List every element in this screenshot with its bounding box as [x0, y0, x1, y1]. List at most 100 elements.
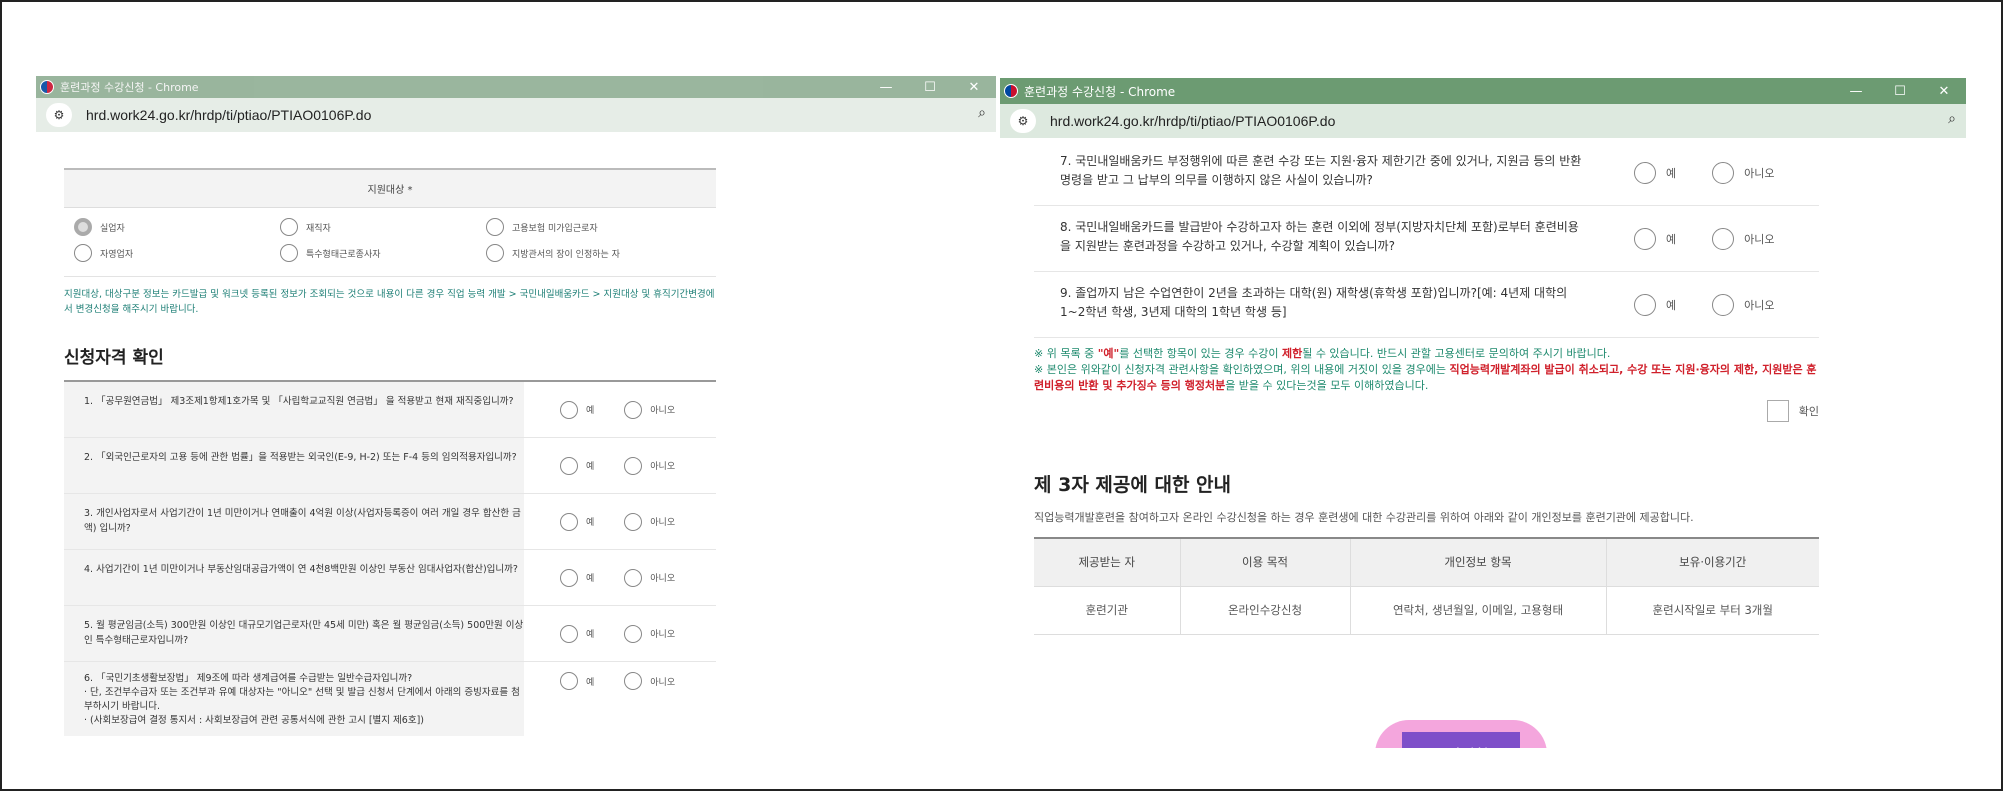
radio-icon[interactable]	[624, 400, 643, 419]
radio-icon[interactable]	[486, 244, 504, 262]
third-party-description: 직업능력개발훈련을 참여하고자 온라인 수강신청을 하는 경우 훈련생에 대한 …	[1034, 511, 1694, 524]
radio-icon[interactable]	[560, 624, 578, 643]
radio-icon[interactable]	[1712, 293, 1735, 316]
radio-selected-icon[interactable]	[74, 218, 92, 236]
site-settings-icon[interactable]: ⚙	[46, 103, 72, 127]
site-settings-icon[interactable]: ⚙	[1010, 109, 1036, 133]
apply-course-button[interactable]: 수강신청	[1402, 732, 1520, 748]
support-option-approved[interactable]: 지방관서의 장이 인정하는 자	[486, 244, 726, 262]
question-row: 5. 월 평균임금(소득) 300만원 이상인 대규모기업근로자(만 45세 미…	[64, 606, 716, 662]
answer-no[interactable]: 아니오	[624, 512, 675, 531]
close-icon[interactable]: ✕	[952, 76, 996, 98]
radio-icon[interactable]	[560, 568, 578, 587]
answer-yes[interactable]: 예	[560, 400, 594, 419]
radio-icon[interactable]	[624, 512, 643, 531]
radio-icon[interactable]	[624, 568, 643, 587]
maximize-icon[interactable]: ☐	[1878, 78, 1922, 104]
answer-no[interactable]: 아니오	[1712, 227, 1775, 250]
radio-icon[interactable]	[560, 672, 578, 690]
support-option-special-worker[interactable]: 특수형태근로종사자	[280, 244, 486, 262]
window-title: 훈련과정 수강신청 - Chrome	[60, 81, 199, 94]
title-bar: 훈련과정 수강신청 - Chrome — ☐ ✕	[1000, 78, 1966, 104]
question-row: 7. 국민내일배움카드 부정행위에 따른 훈련 수강 또는 지원·융자 제한기간…	[1034, 140, 1819, 206]
question-text: 6. 「국민기초생활보장법」 제9조에 따라 생계급여를 수급받는 일반수급자입…	[64, 662, 524, 736]
radio-icon[interactable]	[624, 672, 643, 690]
question-row: 1. 「공무원연금법」 제3조제1항제1호가목 및 「사립학교교직원 연금법」 …	[64, 382, 716, 438]
radio-icon[interactable]	[1712, 227, 1735, 250]
support-option-self-employed[interactable]: 자영업자	[74, 244, 280, 262]
table-header: 개인정보 항목	[1349, 538, 1606, 587]
support-option-unemployed[interactable]: 실업자	[74, 218, 280, 236]
radio-icon[interactable]	[560, 400, 578, 419]
question-row: 6. 「국민기초생활보장법」 제9조에 따라 생계급여를 수급받는 일반수급자입…	[64, 662, 716, 736]
table-cell: 온라인수강신청	[1179, 586, 1350, 635]
answer-yes[interactable]: 예	[560, 624, 594, 643]
radio-icon[interactable]	[560, 456, 578, 475]
table-cell: 훈련기관	[1034, 586, 1180, 635]
zoom-icon[interactable]: ⌕	[978, 105, 986, 121]
radio-icon[interactable]	[624, 456, 643, 475]
answer-yes[interactable]: 예	[1634, 161, 1676, 184]
confirm-checkbox-group[interactable]: 확인	[1034, 400, 1819, 422]
title-bar: 훈련과정 수강신청 - Chrome — ☐ ✕	[36, 76, 996, 98]
radio-icon[interactable]	[560, 512, 578, 531]
right-content: 7. 국민내일배움카드 부정행위에 따른 훈련 수강 또는 지원·융자 제한기간…	[1034, 140, 1819, 748]
answer-yes[interactable]: 예	[1634, 227, 1676, 250]
answer-no[interactable]: 아니오	[1712, 293, 1775, 316]
question-text: 9. 졸업까지 남은 수업연한이 2년을 초과하는 대학(원) 재학생(휴학생 …	[1060, 286, 1568, 319]
maximize-icon[interactable]: ☐	[908, 76, 952, 98]
question-text: 2. 「외국인근로자의 고용 등에 관한 법률」을 적용받는 외국인(E-9, …	[64, 438, 524, 493]
radio-icon[interactable]	[1634, 293, 1656, 316]
question-text: 8. 국민내일배움카드를 발급받아 수강하고자 하는 훈련 이외에 정부(지방자…	[1060, 220, 1579, 253]
address-bar: ⚙ hrd.work24.go.kr/hrdp/ti/ptiao/PTIAO01…	[36, 98, 996, 132]
answer-no[interactable]: 아니오	[624, 568, 675, 587]
support-target-header: 지원대상 *	[64, 168, 716, 208]
support-option-uninsured[interactable]: 고용보험 미가입근로자	[486, 218, 726, 236]
question-text: 4. 사업기간이 1년 미만이거나 부동산임대공급가액이 연 4천8백만원 이상…	[64, 550, 524, 605]
third-party-title: 제 3자 제공에 대한 안내	[1034, 474, 1231, 496]
restriction-warning: ※ 위 목록 중 "예"를 선택한 항목이 있는 경우 수강이 제한될 수 있습…	[1034, 347, 1611, 360]
support-option-employed[interactable]: 재직자	[280, 218, 486, 236]
table-row: 훈련기관 온라인수강신청 연락처, 생년월일, 이메일, 고용형태 훈련시작일로…	[1034, 586, 1819, 635]
answer-yes[interactable]: 예	[560, 456, 594, 475]
radio-icon[interactable]	[624, 624, 643, 643]
radio-icon[interactable]	[280, 244, 298, 262]
answer-yes[interactable]: 예	[560, 568, 594, 587]
url-text[interactable]: hrd.work24.go.kr/hrdp/ti/ptiao/PTIAO0106…	[86, 107, 371, 123]
radio-icon[interactable]	[486, 218, 504, 236]
gov-logo-icon	[1004, 84, 1018, 98]
question-row: 8. 국민내일배움카드를 발급받아 수강하고자 하는 훈련 이외에 정부(지방자…	[1034, 206, 1819, 272]
radio-icon[interactable]	[1634, 227, 1656, 250]
window-title: 훈련과정 수강신청 - Chrome	[1024, 84, 1176, 99]
confirm-checkbox[interactable]	[1766, 400, 1789, 422]
radio-icon[interactable]	[1712, 161, 1735, 184]
close-icon[interactable]: ✕	[1922, 78, 1966, 104]
support-target-options: 실업자 재직자 고용보험 미가입근로자 자영업자 특수형태근로종사자 지방관서의…	[64, 208, 716, 277]
url-text[interactable]: hrd.work24.go.kr/hrdp/ti/ptiao/PTIAO0106…	[1050, 113, 1335, 129]
minimize-icon[interactable]: —	[864, 76, 908, 98]
table-header-row: 제공받는 자 이용 목적 개인정보 항목 보유·이용기간	[1034, 538, 1819, 587]
answer-no[interactable]: 아니오	[624, 672, 675, 690]
answer-no[interactable]: 아니오	[624, 456, 675, 475]
browser-window-right: 훈련과정 수강신청 - Chrome — ☐ ✕ ⚙ hrd.work24.go…	[1000, 78, 1966, 748]
answer-yes[interactable]: 예	[560, 512, 594, 531]
submit-highlight: 수강신청	[1375, 720, 1547, 748]
question-row: 3. 개인사업자로서 사업기간이 1년 미만이거나 연매출이 4억원 이상(사업…	[64, 494, 716, 550]
answer-yes[interactable]: 예	[1634, 293, 1676, 316]
answer-no[interactable]: 아니오	[624, 624, 675, 643]
question-row: 4. 사업기간이 1년 미만이거나 부동산임대공급가액이 연 4천8백만원 이상…	[64, 550, 716, 606]
question-text: 5. 월 평균임금(소득) 300만원 이상인 대규모기업근로자(만 45세 미…	[64, 606, 524, 661]
confirm-label: 확인	[1798, 405, 1819, 418]
answer-yes[interactable]: 예	[560, 672, 594, 690]
answer-no[interactable]: 아니오	[1712, 161, 1775, 184]
question-row: 2. 「외국인근로자의 고용 등에 관한 법률」을 적용받는 외국인(E-9, …	[64, 438, 716, 494]
zoom-icon[interactable]: ⌕	[1948, 111, 1956, 127]
radio-icon[interactable]	[74, 244, 92, 262]
radio-icon[interactable]	[1634, 161, 1656, 184]
minimize-icon[interactable]: —	[1834, 78, 1878, 104]
radio-icon[interactable]	[280, 218, 298, 236]
third-party-table: 제공받는 자 이용 목적 개인정보 항목 보유·이용기간 훈련기관 온라인수강신…	[1034, 537, 1819, 635]
eligibility-table: 1. 「공무원연금법」 제3조제1항제1호가목 및 「사립학교교직원 연금법」 …	[64, 380, 716, 736]
question-text: 1. 「공무원연금법」 제3조제1항제1호가목 및 「사립학교교직원 연금법」 …	[64, 382, 524, 437]
answer-no[interactable]: 아니오	[624, 400, 675, 419]
